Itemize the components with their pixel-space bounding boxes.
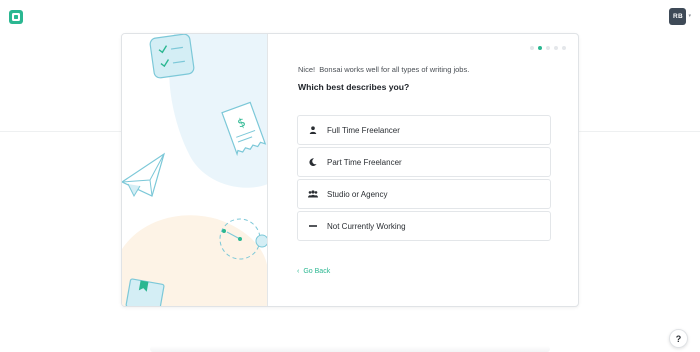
- go-back-label: Go Back: [303, 268, 331, 275]
- option-label: Part Time Freelancer: [327, 157, 402, 167]
- question-panel: Nice! Bonsai works well for all types of…: [268, 34, 578, 306]
- step-indicator: [530, 46, 566, 50]
- background-shadow: [150, 346, 550, 352]
- step-dot: [546, 46, 550, 50]
- option-studio-or-agency[interactable]: Studio or Agency: [297, 179, 551, 209]
- help-button[interactable]: ?: [669, 329, 688, 348]
- dash-icon: [308, 221, 318, 231]
- step-dot-active: [538, 46, 542, 50]
- chevron-left-icon: ‹: [297, 268, 300, 275]
- option-not-currently-working[interactable]: Not Currently Working: [297, 211, 551, 241]
- writing-illustration: $: [122, 34, 267, 306]
- moon-icon: [308, 157, 318, 167]
- person-icon: [308, 125, 318, 135]
- intro-text: Nice! Bonsai works well for all types of…: [298, 65, 470, 74]
- bonsai-logo-icon[interactable]: [8, 9, 24, 25]
- top-bar: RB ▾: [0, 0, 700, 34]
- option-label: Studio or Agency: [327, 189, 388, 199]
- chevron-down-icon: ▾: [688, 13, 691, 19]
- step-dot: [530, 46, 534, 50]
- option-label: Full Time Freelancer: [327, 125, 400, 135]
- option-full-time-freelancer[interactable]: Full Time Freelancer: [297, 115, 551, 145]
- option-part-time-freelancer[interactable]: Part Time Freelancer: [297, 147, 551, 177]
- avatar[interactable]: RB: [669, 8, 687, 25]
- option-label: Not Currently Working: [327, 221, 406, 231]
- step-dot: [562, 46, 566, 50]
- options-list: Full Time Freelancer Part Time Freelance…: [297, 115, 551, 243]
- group-icon: [308, 189, 318, 199]
- question-title: Which best describes you?: [298, 82, 410, 92]
- user-menu[interactable]: RB ▾: [669, 8, 691, 25]
- illustration-panel: $: [122, 34, 268, 306]
- onboarding-card: $ Nice! Bonsai works well for all types …: [121, 33, 579, 307]
- go-back-link[interactable]: ‹ Go Back: [297, 268, 330, 275]
- step-dot: [554, 46, 558, 50]
